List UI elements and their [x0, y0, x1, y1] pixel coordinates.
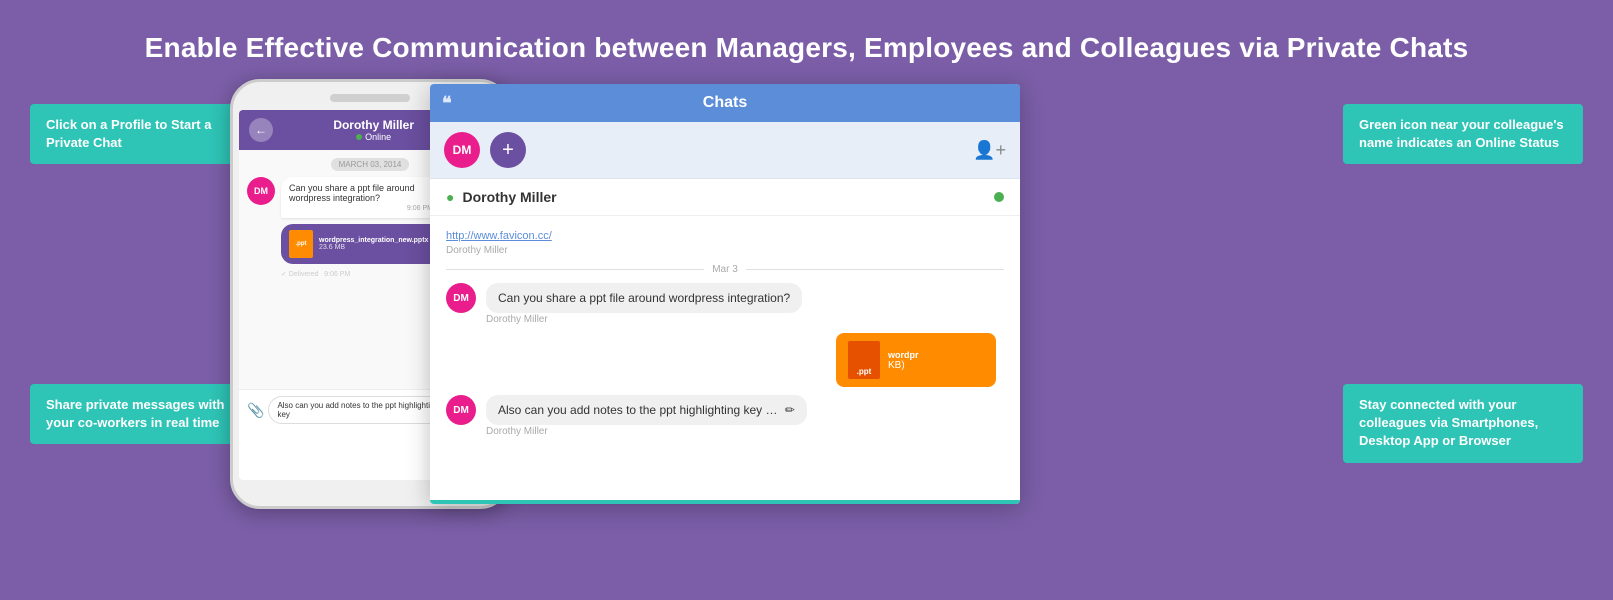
link-message-row: http://www.favicon.cc/ Dorothy Miller	[446, 226, 1004, 256]
callout-left-top: Click on a Profile to Start a Private Ch…	[30, 104, 250, 164]
dm-avatar[interactable]: DM	[444, 132, 480, 168]
message-time: 9:06 PM	[289, 205, 433, 212]
link-message[interactable]: http://www.favicon.cc/	[446, 230, 552, 242]
desktop-attachment-row: .ppt wordpr KB)	[446, 333, 996, 387]
desktop-header: ❝ Chats	[430, 84, 1020, 122]
chat-title: Chats	[703, 94, 747, 112]
desktop-top-bar: DM + 👤+	[430, 122, 1020, 179]
chat-contact-header: ● Dorothy Miller	[430, 179, 1020, 216]
chat-date: MARCH 03, 2014	[331, 158, 410, 171]
page-title: Enable Effective Communication between M…	[0, 0, 1613, 84]
toolbar-right: 👤+	[973, 140, 1006, 161]
callout-left-bottom: Share private messages with your co-work…	[30, 384, 250, 444]
avatar-dm: DM	[247, 177, 275, 205]
file-info: wordpress_integration_new.pptx 23.6 MB	[319, 237, 428, 251]
last-message-sender: Dorothy Miller	[486, 426, 807, 437]
add-person-icon[interactable]: 👤+	[973, 140, 1006, 161]
pencil-icon: ✏	[785, 403, 795, 417]
desktop-dm-avatar: DM	[446, 283, 476, 313]
last-message-bubble: Also can you add notes to the ppt highli…	[486, 395, 807, 425]
last-message-row: DM Also can you add notes to the ppt hig…	[446, 395, 1004, 437]
desktop-sender: Dorothy Miller	[486, 314, 802, 325]
file-icon: .ppt	[289, 230, 313, 258]
back-button[interactable]: ←	[249, 118, 273, 142]
desktop-chat-bubble: Can you share a ppt file around wordpres…	[486, 283, 802, 313]
phone-notch	[330, 94, 410, 102]
attach-icon[interactable]: 📎	[247, 402, 264, 419]
desktop-file-card: .ppt wordpr KB)	[836, 333, 996, 387]
desktop-file-icon: .ppt	[848, 341, 880, 379]
contact-online-icon: ●	[446, 189, 454, 205]
callout-right-top: Green icon near your colleague's name in…	[1343, 104, 1583, 164]
callout-right-bottom: Stay connected with your colleagues via …	[1343, 384, 1583, 463]
desktop-chat-window: ❝ Chats DM + 👤+ ● Dorothy Miller http://…	[430, 84, 1020, 504]
date-divider: Mar 3	[446, 264, 1004, 275]
last-message-avatar: DM	[446, 395, 476, 425]
online-dot	[356, 134, 362, 140]
desktop-file-info: wordpr KB)	[888, 350, 919, 371]
sender-name: Dorothy Miller	[446, 245, 1004, 256]
desktop-messages: http://www.favicon.cc/ Dorothy Miller Ma…	[430, 216, 1020, 447]
new-chat-button[interactable]: +	[490, 132, 526, 168]
quote-icon: ❝	[442, 93, 452, 114]
chat-bubble: Can you share a ppt file around wordpres…	[281, 177, 441, 218]
online-status-dot-right	[994, 192, 1004, 202]
contact-name: Dorothy Miller	[462, 189, 556, 205]
phone-message-input[interactable]: Also can you add notes to the ppt highli…	[268, 396, 450, 424]
desktop-msg-row: DM Can you share a ppt file around wordp…	[446, 283, 1004, 325]
bottom-accent-line	[430, 500, 1020, 504]
